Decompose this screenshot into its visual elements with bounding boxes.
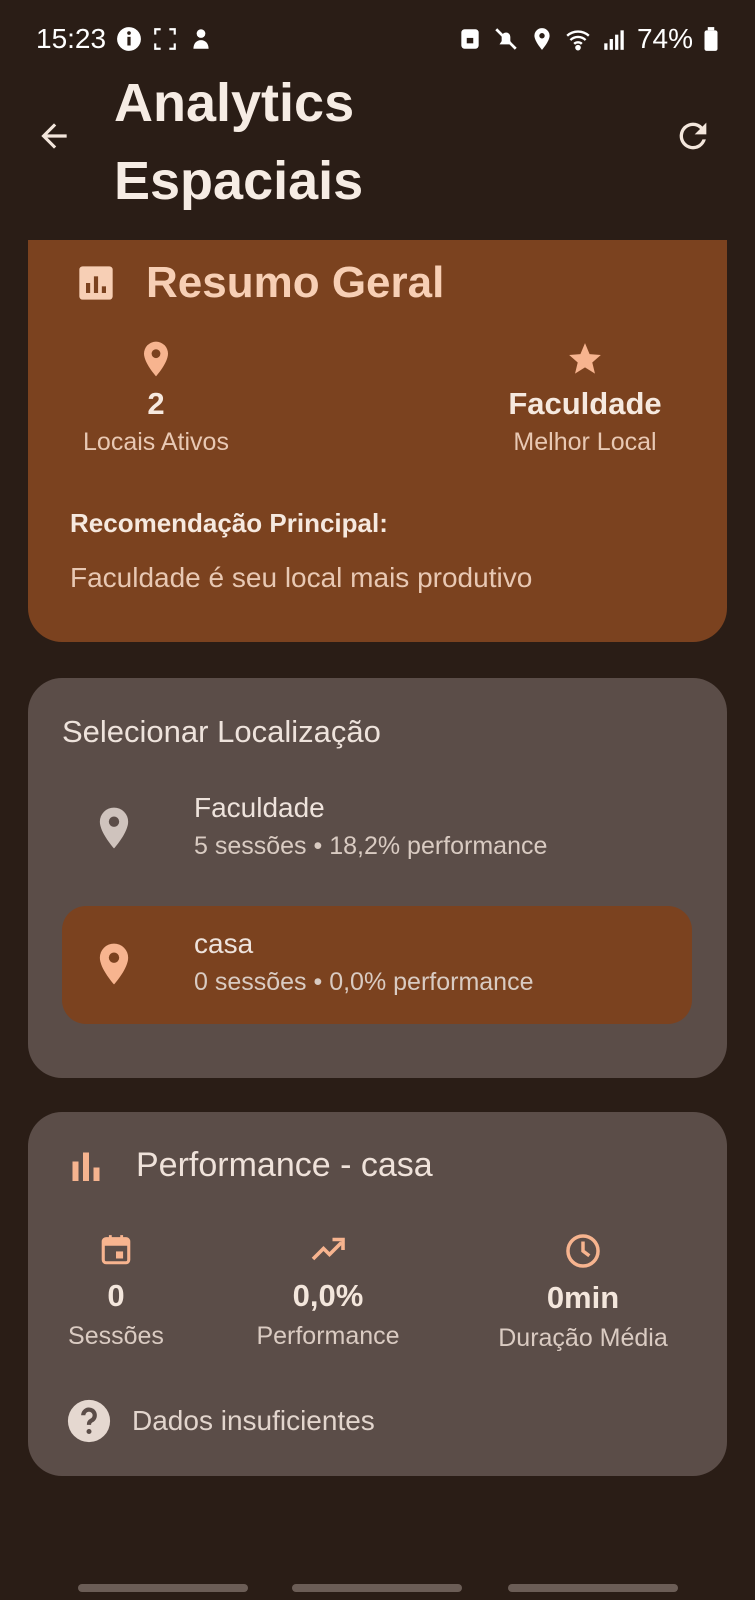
page-title-line2: Espaciais — [114, 151, 364, 211]
location-pin-icon — [99, 807, 129, 849]
average-duration-stat: 0min Duração Média — [468, 1232, 698, 1353]
active-locations-stat: 2 Locais Ativos — [70, 340, 242, 457]
insufficient-data-text: Dados insuficientes — [132, 1405, 375, 1436]
location-icon — [534, 28, 550, 50]
summary-title: Resumo Geral — [146, 258, 445, 307]
battery-percent: 74% — [636, 23, 693, 54]
location-selector-title: Selecionar Localização — [62, 714, 381, 749]
best-location-value: Faculdade — [508, 386, 662, 421]
arrow-left-icon — [41, 123, 67, 149]
performance-title: Performance - casa — [136, 1146, 433, 1184]
mute-icon — [495, 28, 517, 50]
status-time: 15:23 — [36, 23, 107, 54]
best-location-stat: Faculdade Melhor Local — [490, 340, 680, 457]
info-icon — [117, 27, 141, 51]
nav-home-button[interactable] — [292, 1584, 462, 1592]
analytics-icon — [79, 266, 113, 300]
recommendation-title: Recomendação Principal: — [70, 508, 388, 538]
battery-icon — [704, 27, 718, 51]
refresh-button[interactable] — [669, 112, 717, 160]
performance-card: Performance - casa 0 Sessões 0,0% Perfor… — [28, 1112, 727, 1476]
location-item-casa[interactable]: casa 0 sessões • 0,0% performance — [62, 906, 692, 1024]
trending-up-icon — [311, 1237, 345, 1261]
active-locations-label: Locais Ativos — [83, 428, 229, 456]
location-name: casa — [194, 928, 254, 959]
help-icon — [67, 1399, 111, 1443]
active-locations-value: 2 — [147, 386, 165, 421]
performance-header: Performance - casa — [68, 1146, 433, 1185]
bar-chart-icon — [72, 1152, 100, 1181]
lock-icon — [461, 29, 479, 49]
nav-back-button[interactable] — [508, 1584, 678, 1592]
sessions-value: 0 — [107, 1278, 125, 1313]
nav-recent-button[interactable] — [78, 1584, 248, 1592]
assistant-icon — [193, 29, 209, 49]
location-item-faculdade[interactable]: Faculdade 5 sessões • 18,2% performance — [62, 770, 692, 888]
clock-icon — [566, 1234, 600, 1268]
page-title: Analytics Espaciais — [114, 64, 534, 220]
wifi-icon — [566, 30, 590, 51]
back-button[interactable] — [30, 112, 78, 160]
location-details: 5 sessões • 18,2% performance — [194, 832, 548, 860]
app-bar: Analytics Espaciais — [0, 60, 755, 220]
location-selector-card: Selecionar Localização Faculdade 5 sessõ… — [28, 678, 727, 1078]
average-duration-value: 0min — [546, 1280, 620, 1315]
location-pin-icon — [144, 341, 168, 377]
navigation-bar — [0, 1584, 755, 1600]
sessions-stat: 0 Sessões — [46, 1232, 186, 1351]
performance-label: Performance — [256, 1322, 400, 1350]
location-pin-icon — [99, 943, 129, 985]
location-details: 0 sessões • 0,0% performance — [194, 968, 534, 996]
recommendation-text: Faculdade é seu local mais produtivo — [70, 562, 533, 593]
sessions-label: Sessões — [68, 1322, 164, 1350]
refresh-icon — [679, 122, 707, 150]
performance-value: 0,0% — [292, 1278, 364, 1313]
best-location-label: Melhor Local — [513, 428, 657, 456]
performance-stat: 0,0% Performance — [228, 1232, 428, 1351]
signal-icon — [604, 30, 624, 50]
insufficient-data-row: Dados insuficientes — [66, 1398, 375, 1444]
summary-header: Resumo Geral — [76, 258, 444, 308]
average-duration-label: Duração Média — [498, 1324, 668, 1352]
star-icon — [569, 343, 601, 374]
location-name: Faculdade — [194, 792, 325, 823]
summary-card: Resumo Geral 2 Locais Ativos Faculdade M… — [28, 240, 727, 642]
calendar-icon — [101, 1235, 131, 1265]
page-title-line1: Analytics — [114, 73, 355, 133]
screenshot-icon — [154, 28, 176, 50]
